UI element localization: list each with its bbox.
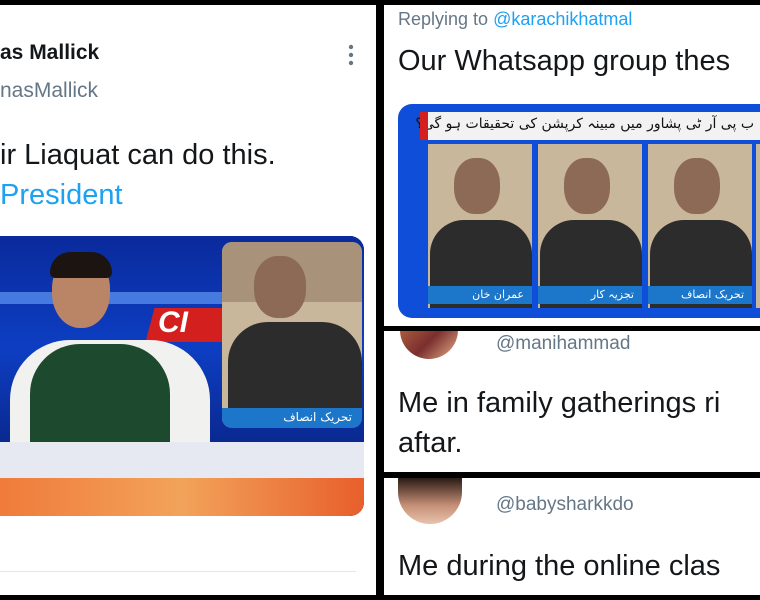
inset-person-head [254, 256, 306, 318]
left-tweet: as Mallick nasMallick ir Liaquat can do … [0, 5, 376, 595]
user-handle[interactable]: nasMallick [0, 79, 98, 103]
avatar[interactable] [398, 478, 462, 524]
tweet-babysharkkdo: @babysharkkdo Me during the online clas [384, 478, 760, 595]
tweet-manihammad: @manihammad Me in family gatherings ri a… [384, 331, 760, 472]
tweet-text: ir Liaquat can do this. [0, 139, 276, 171]
lower-strip [0, 478, 364, 516]
tweet-text: Me during the online clas [398, 550, 721, 582]
inset-caption-bar: تحریک انصاف [222, 408, 362, 428]
tweet-text: Our Whatsapp group thes [398, 45, 731, 77]
anchor-hair [50, 252, 112, 278]
hashtag-link[interactable]: President [0, 179, 123, 212]
tweet-media[interactable]: CI تحریک انصاف [0, 236, 364, 516]
replying-to: Replying to @karachikhatmal [398, 9, 632, 30]
tile-head [564, 158, 610, 214]
video-tile-partial [756, 144, 760, 308]
replying-prefix: Replying to [398, 9, 489, 29]
reply-tweet: Replying to @karachikhatmal Our Whatsapp… [384, 5, 760, 326]
inset-video: تحریک انصاف [222, 242, 362, 428]
tile-caption-bar: تحریک انصاف [648, 286, 752, 304]
channel-badge: CI [158, 306, 188, 339]
stage-light-stripe [0, 292, 230, 304]
lower-ticker [0, 442, 364, 478]
tile-caption: تحریک انصاف [680, 288, 744, 301]
user-handle[interactable]: @manihammad [496, 333, 630, 355]
video-tile: تحریک انصاف [648, 144, 752, 308]
display-name[interactable]: as Mallick [0, 41, 99, 65]
anchor-waistcoat [30, 344, 170, 456]
headline-text: ب پی آر ٹی پشاور میں مبینہ کرپشن کی تحقی… [415, 116, 754, 132]
video-tile: تجزیہ کار [538, 144, 642, 308]
tile-caption: عمران خان [472, 288, 524, 301]
tile-caption-bar: عمران خان [428, 286, 532, 304]
tile-caption-bar: تجزیہ کار [538, 286, 642, 304]
user-handle[interactable]: @babysharkkdo [496, 494, 634, 516]
video-tile: عمران خان [428, 144, 532, 308]
red-accent [420, 112, 428, 140]
divider [0, 571, 356, 572]
headline-bar: ب پی آر ٹی پشاور میں مبینہ کرپشن کی تحقی… [415, 112, 760, 140]
tweet-media[interactable]: ب پی آر ٹی پشاور میں مبینہ کرپشن کی تحقی… [398, 104, 760, 318]
tweet-text: Me in family gatherings ri [398, 387, 721, 419]
tile-head [454, 158, 500, 214]
tile-caption: تجزیہ کار [590, 288, 634, 301]
inset-caption: تحریک انصاف [283, 410, 352, 424]
more-vertical-icon[interactable] [346, 43, 356, 67]
tile-head [674, 158, 720, 214]
avatar[interactable] [400, 331, 458, 359]
replying-handle-link[interactable]: @karachikhatmal [493, 9, 632, 29]
tweet-text-line2: aftar. [398, 427, 463, 459]
